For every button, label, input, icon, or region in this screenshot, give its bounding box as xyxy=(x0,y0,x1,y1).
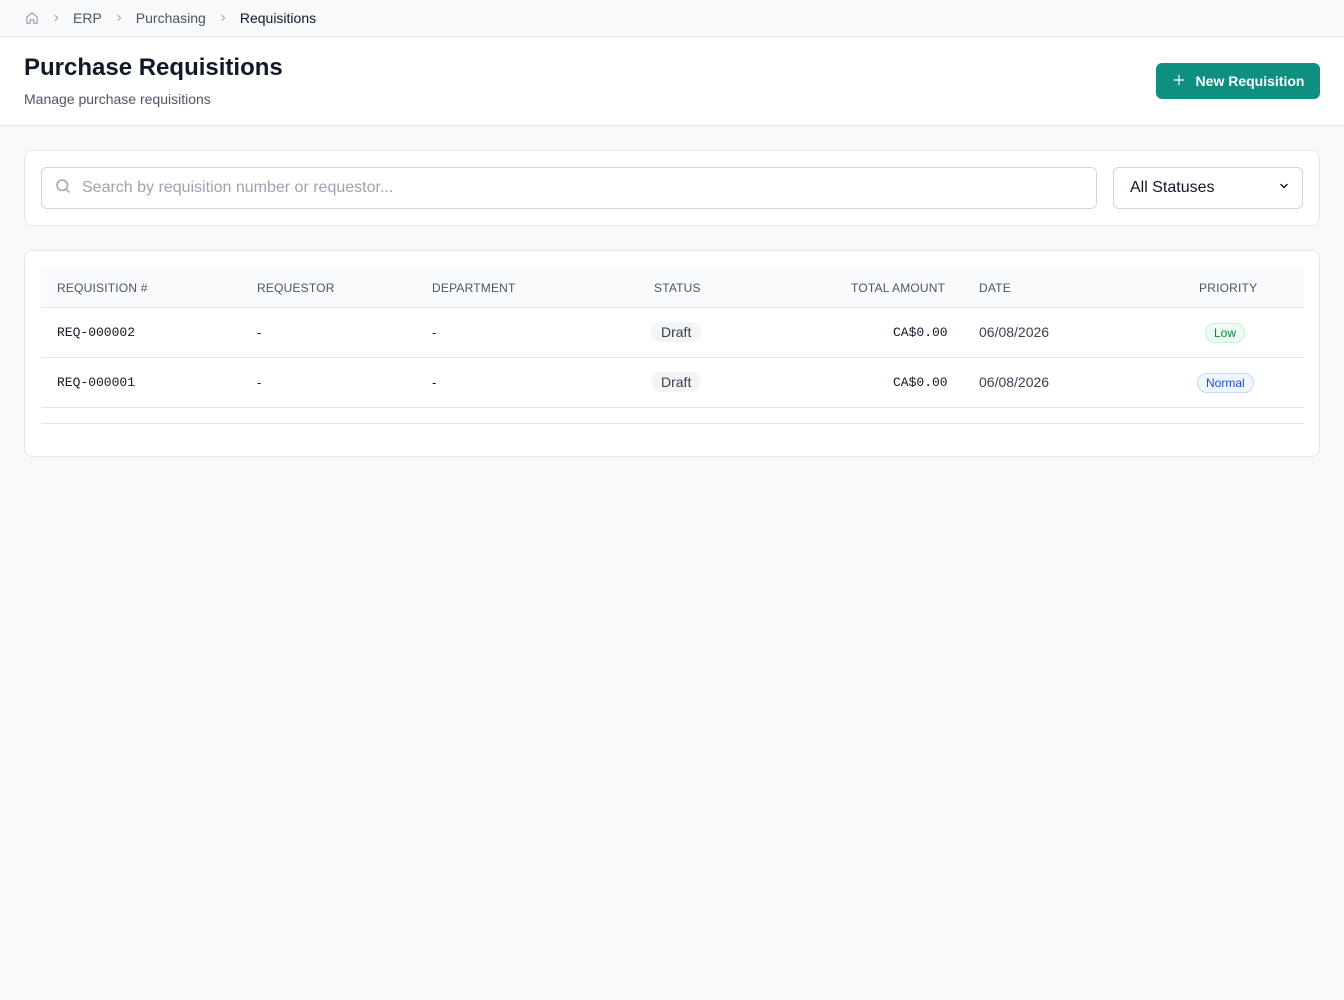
department-cell: - xyxy=(432,375,437,390)
column-header-date[interactable]: DATE xyxy=(979,281,1011,295)
table-header: REQUISITION # REQUESTOR DEPARTMENT STATU… xyxy=(41,267,1304,308)
search-input[interactable] xyxy=(82,179,1082,197)
search-box[interactable] xyxy=(41,167,1097,209)
table-row[interactable]: REQ-000002 - - Draft CA$0.00 06/08/2026 … xyxy=(41,308,1304,358)
page-title: Purchase Requisitions xyxy=(24,54,283,81)
date-cell: 06/08/2026 xyxy=(979,374,1050,390)
status-badge: Draft xyxy=(651,372,702,392)
department-cell: - xyxy=(432,325,437,340)
table-footer-divider xyxy=(41,423,1304,424)
status-badge: Draft xyxy=(651,322,702,342)
status-filter-value: All Statuses xyxy=(1130,179,1215,196)
breadcrumb-item-erp[interactable]: ERP xyxy=(73,10,102,26)
breadcrumb-current: Requisitions xyxy=(239,10,317,26)
priority-badge: Low xyxy=(1205,323,1246,343)
search-icon xyxy=(54,177,72,200)
chevron-down-icon xyxy=(1278,179,1290,197)
column-header-priority[interactable]: PRIORITY xyxy=(1199,281,1257,295)
plus-icon xyxy=(1172,73,1186,90)
date-cell: 06/08/2026 xyxy=(979,324,1050,340)
status-filter-select[interactable]: All Statuses xyxy=(1113,167,1303,209)
column-header-total-amount[interactable]: TOTAL AMOUNT xyxy=(851,281,945,295)
page-header: Purchase Requisitions Manage purchase re… xyxy=(0,37,1344,126)
column-header-requisition[interactable]: REQUISITION # xyxy=(57,281,148,295)
column-header-status[interactable]: STATUS xyxy=(654,281,701,295)
total-amount-cell: CA$0.00 xyxy=(893,375,948,390)
total-amount-cell: CA$0.00 xyxy=(893,325,948,340)
column-header-requestor[interactable]: REQUESTOR xyxy=(257,281,335,295)
requisition-number[interactable]: REQ-000002 xyxy=(57,325,135,340)
requestor-cell: - xyxy=(257,375,262,390)
chevron-right-icon xyxy=(51,13,61,23)
table-row[interactable]: REQ-000001 - - Draft CA$0.00 06/08/2026 … xyxy=(41,358,1304,408)
breadcrumb: ERP Purchasing Requisitions xyxy=(0,0,1344,37)
page-subtitle: Manage purchase requisitions xyxy=(24,91,211,107)
breadcrumb-item-purchasing[interactable]: Purchasing xyxy=(136,10,206,26)
requisitions-table: REQUISITION # REQUESTOR DEPARTMENT STATU… xyxy=(24,250,1320,457)
requisition-number[interactable]: REQ-000001 xyxy=(57,375,135,390)
filter-card: All Statuses xyxy=(24,150,1320,226)
column-header-department[interactable]: DEPARTMENT xyxy=(432,281,516,295)
chevron-right-icon xyxy=(218,13,228,23)
home-icon[interactable] xyxy=(25,11,39,25)
new-requisition-label: New Requisition xyxy=(1195,73,1305,89)
priority-badge: Normal xyxy=(1197,373,1254,393)
chevron-right-icon xyxy=(114,13,124,23)
new-requisition-button[interactable]: New Requisition xyxy=(1156,63,1320,99)
requestor-cell: - xyxy=(257,325,262,340)
